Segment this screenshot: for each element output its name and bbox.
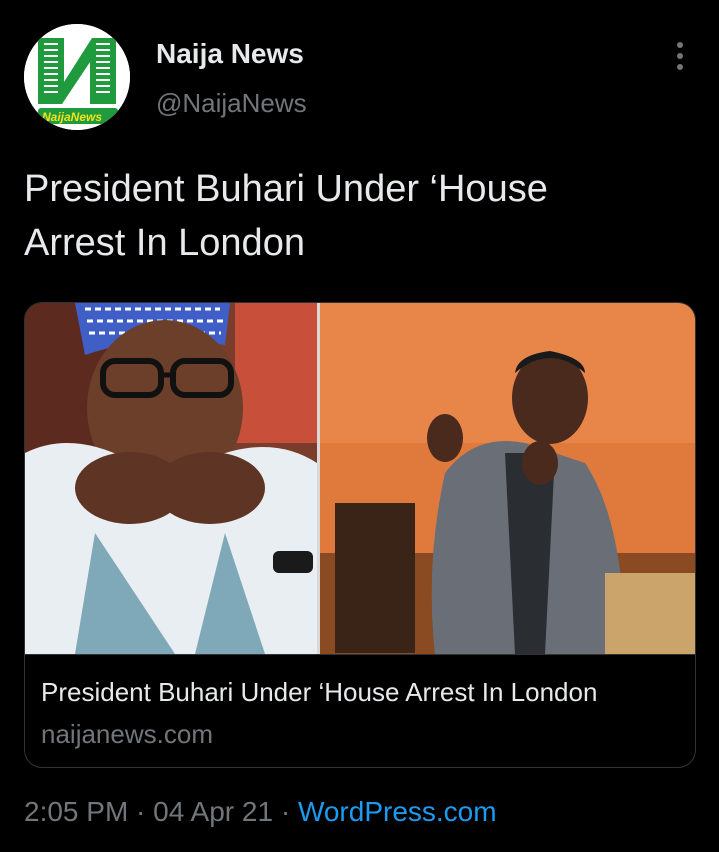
display-name[interactable]: Naija News [156, 38, 304, 70]
tweet-text-line: President Buhari Under ‘House [24, 168, 548, 210]
tweet-metadata: 2:05 PM · 04 Apr 21 · WordPress.com [24, 796, 497, 828]
more-options-icon[interactable] [664, 38, 696, 74]
username-handle[interactable]: @NaijaNews [156, 88, 307, 119]
tweet-date[interactable]: 04 Apr 21 [153, 796, 273, 827]
link-card-image[interactable] [25, 303, 695, 654]
tweet-text-line: Arrest In London [24, 222, 305, 264]
svg-text:NaijaNews: NaijaNews [42, 110, 102, 124]
naija-news-logo-icon: NaijaNews [24, 24, 130, 130]
link-card[interactable]: President Buhari Under ‘House Arrest In … [24, 302, 696, 768]
tweet-text: President Buhari Under ‘House Arrest In … [24, 162, 684, 270]
tweet-source-link[interactable]: WordPress.com [298, 796, 497, 827]
tweet: NaijaNews Naija News @NaijaNews Presiden… [0, 0, 719, 852]
meta-separator: · [273, 796, 298, 827]
news-photo [25, 303, 695, 654]
link-card-title[interactable]: President Buhari Under ‘House Arrest In … [41, 677, 597, 708]
link-card-info[interactable]: President Buhari Under ‘House Arrest In … [25, 654, 695, 767]
tweet-time[interactable]: 2:05 PM [24, 796, 128, 827]
meta-separator: · [128, 796, 154, 827]
link-card-domain: naijanews.com [41, 719, 213, 749]
avatar[interactable]: NaijaNews [24, 24, 130, 130]
